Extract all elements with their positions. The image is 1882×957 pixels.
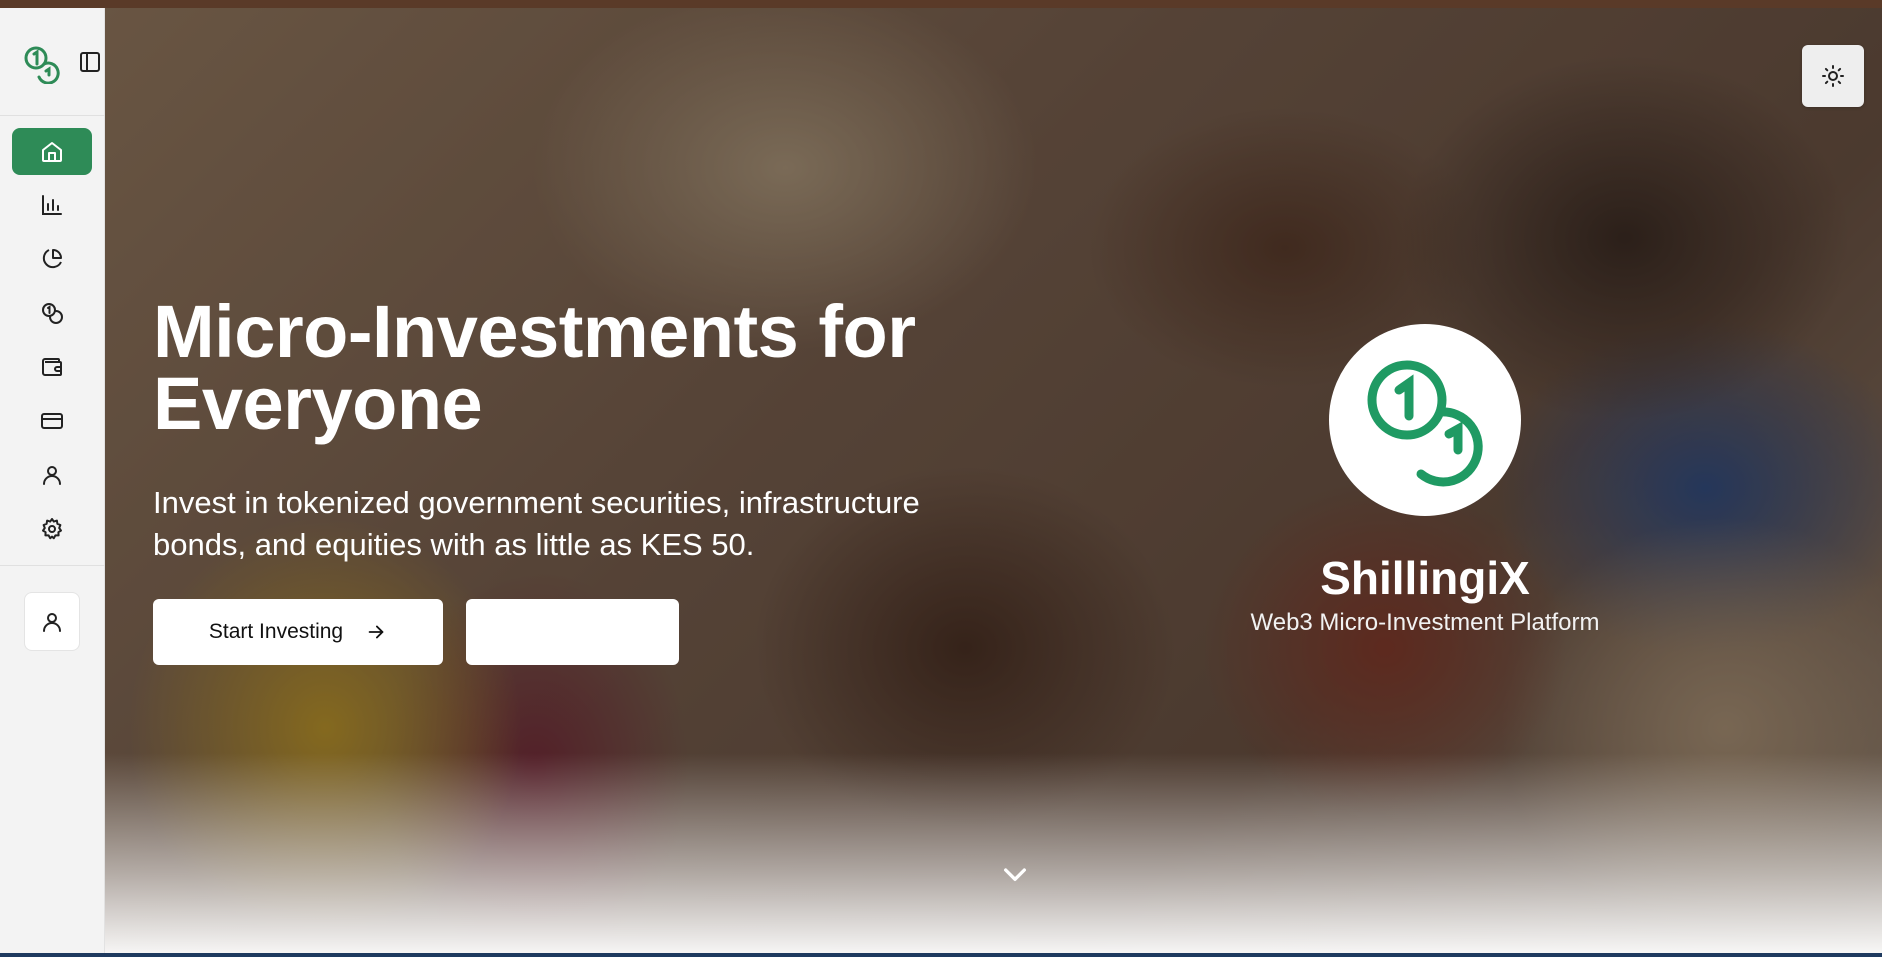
window-bottom-bar bbox=[0, 953, 1882, 957]
user-icon bbox=[43, 612, 61, 632]
chevron-down-icon bbox=[1004, 868, 1026, 881]
wallet-icon bbox=[42, 357, 62, 376]
sidebar-item-wallet[interactable] bbox=[12, 343, 92, 390]
brand-logo-badge bbox=[1329, 324, 1521, 516]
sidebar-divider bbox=[0, 565, 105, 566]
hero-bottom-fade bbox=[105, 753, 1882, 953]
credit-card-icon bbox=[41, 412, 63, 429]
sidebar-header bbox=[0, 8, 105, 116]
coins-icon bbox=[42, 302, 63, 324]
sun-icon bbox=[1822, 65, 1844, 87]
hero-section: Micro-Investments for Everyone Invest in… bbox=[105, 8, 1882, 953]
coins-logo-icon[interactable] bbox=[22, 44, 62, 85]
sidebar-item-settings[interactable] bbox=[12, 505, 92, 552]
scroll-down-button[interactable] bbox=[995, 854, 1035, 894]
sidebar-item-payments[interactable] bbox=[12, 397, 92, 444]
sidebar-item-analytics[interactable] bbox=[12, 181, 92, 228]
account-button[interactable] bbox=[24, 592, 80, 651]
start-investing-label: Start Investing bbox=[208, 620, 344, 643]
start-investing-button[interactable]: Start Investing bbox=[153, 599, 443, 665]
user-icon bbox=[43, 465, 61, 485]
bar-chart-icon bbox=[42, 194, 62, 215]
brand-name: ShillingiX bbox=[1320, 552, 1530, 604]
coins-logo-icon bbox=[1367, 360, 1483, 487]
sidebar-item-profile[interactable] bbox=[12, 451, 92, 498]
pie-chart-icon bbox=[42, 248, 62, 268]
hero-subtitle: Invest in tokenized government securitie… bbox=[153, 485, 920, 562]
arrow-right-icon bbox=[368, 625, 384, 639]
sidebar-toggle-icon[interactable] bbox=[78, 50, 102, 74]
theme-toggle-button[interactable] bbox=[1802, 45, 1864, 107]
sidebar-item-portfolio[interactable] bbox=[12, 235, 92, 282]
gear-icon bbox=[42, 517, 62, 539]
sidebar-item-investments[interactable] bbox=[12, 289, 92, 336]
brand-tagline: Web3 Micro-Investment Platform bbox=[1250, 609, 1600, 636]
window-top-bar bbox=[0, 0, 1882, 8]
sidebar bbox=[0, 8, 105, 953]
hero-title: Micro-Investments for Everyone bbox=[153, 290, 916, 445]
secondary-button[interactable] bbox=[466, 599, 679, 665]
home-icon bbox=[42, 141, 62, 162]
sidebar-item-home[interactable] bbox=[12, 128, 92, 175]
